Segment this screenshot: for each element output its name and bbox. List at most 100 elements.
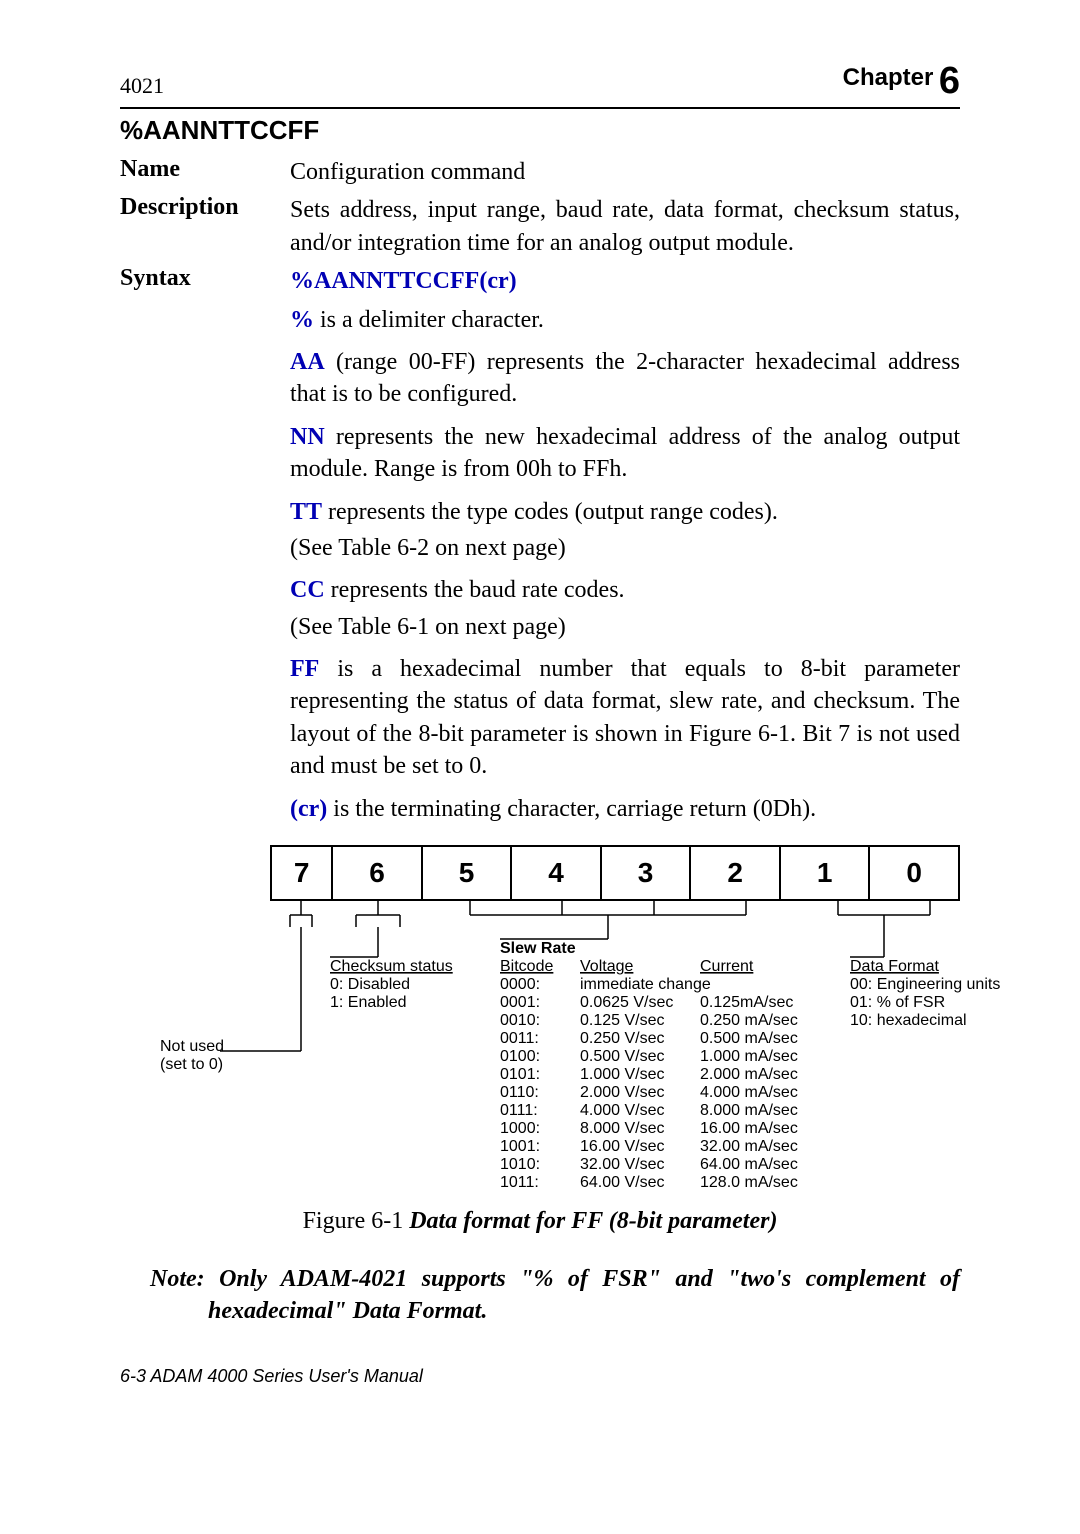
- lbl-checksum-1: 1: Enabled: [330, 994, 407, 1011]
- v-1: 0.0625 V/sec: [580, 994, 673, 1011]
- bit-2: 2: [690, 846, 780, 900]
- lbl-current-head: Current: [700, 958, 754, 975]
- v-5: 1.000 V/sec: [580, 1066, 665, 1083]
- figcap-pre: Figure 6-1: [303, 1208, 410, 1234]
- note: Note: Only ADAM-4021 supports "% of FSR"…: [178, 1263, 960, 1328]
- para-delimiter: % is a delimiter character.: [290, 304, 960, 336]
- v-6: 2.000 V/sec: [580, 1084, 665, 1101]
- text-tt: represents the type codes (output range …: [322, 499, 778, 525]
- description-value: Sets address, input range, baud rate, da…: [290, 194, 960, 259]
- c-11: 128.0 mA/sec: [700, 1174, 798, 1191]
- lbl-checksum-head: Checksum status: [330, 958, 453, 975]
- text-ff: is a hexadecimal number that equals to 8…: [290, 656, 960, 779]
- df-1: 01: % of FSR: [850, 994, 945, 1011]
- bc-5: 0101:: [500, 1066, 540, 1083]
- chapter-number: 6: [939, 60, 960, 102]
- c-5: 2.000 mA/sec: [700, 1066, 798, 1083]
- bit-figure: 7 6 5 4 3 2 1 0: [160, 845, 960, 1196]
- lbl-voltage-head: Voltage: [580, 958, 633, 975]
- c-4: 1.000 mA/sec: [700, 1048, 798, 1065]
- text-delimiter: is a delimiter character.: [314, 307, 544, 333]
- token-cc: CC: [290, 577, 325, 603]
- token-nn: NN: [290, 424, 325, 450]
- chapter-word: Chapter: [843, 64, 934, 91]
- v-9: 16.00 V/sec: [580, 1138, 665, 1155]
- lbl-notused2: (set to 0): [160, 1056, 223, 1073]
- bit-3: 3: [601, 846, 691, 900]
- token-ff: FF: [290, 656, 319, 682]
- c-9: 32.00 mA/sec: [700, 1138, 798, 1155]
- df-2: 10: hexadecimal: [850, 1012, 967, 1029]
- c-3: 0.500 mA/sec: [700, 1030, 798, 1047]
- c-8: 16.00 mA/sec: [700, 1120, 798, 1137]
- v-10: 32.00 V/sec: [580, 1156, 665, 1173]
- figcap-em: Data format for FF (8-bit parameter): [409, 1208, 777, 1234]
- see-tt: (See Table 6-2 on next page): [290, 532, 960, 564]
- lbl-bitcode-head: Bitcode: [500, 958, 553, 975]
- c-1: 0.125mA/sec: [700, 994, 793, 1011]
- bit-0: 0: [869, 846, 959, 900]
- bc-3: 0011:: [500, 1030, 539, 1047]
- c-6: 4.000 mA/sec: [700, 1084, 798, 1101]
- text-aa: (range 00-FF) represents the 2-character…: [290, 349, 960, 407]
- name-value: Configuration command: [290, 156, 960, 188]
- text-cr: is the terminating character, carriage r…: [327, 796, 816, 822]
- figure-caption: Figure 6-1 Data format for FF (8-bit par…: [120, 1208, 960, 1235]
- bit-7: 7: [271, 846, 332, 900]
- lbl-notused1: Not used: [160, 1038, 224, 1055]
- note-text: Note: Only ADAM-4021 supports "% of FSR"…: [150, 1266, 960, 1324]
- bc-1: 0001:: [500, 994, 540, 1011]
- section-title: %AANNTTCCFF: [120, 115, 960, 146]
- token-percent: %: [290, 307, 314, 333]
- c-7: 8.000 mA/sec: [700, 1102, 798, 1119]
- bc-4: 0100:: [500, 1048, 540, 1065]
- para-cr: (cr) is the terminating character, carri…: [290, 793, 960, 825]
- v-3: 0.250 V/sec: [580, 1030, 665, 1047]
- text-nn: represents the new hexadecimal address o…: [290, 424, 960, 482]
- text-cc: represents the baud rate codes.: [325, 577, 625, 603]
- bc-8: 1000:: [500, 1120, 540, 1137]
- bit-1: 1: [780, 846, 870, 900]
- v-7: 4.000 V/sec: [580, 1102, 665, 1119]
- token-cr: (cr): [290, 796, 327, 822]
- bit-table: 7 6 5 4 3 2 1 0: [270, 845, 960, 901]
- bit-diagram: Not used (set to 0) Checksum status 0: D…: [160, 901, 1020, 1191]
- token-aa: AA: [290, 349, 325, 375]
- c-2: 0.250 mA/sec: [700, 1012, 798, 1029]
- bit-6: 6: [332, 846, 422, 900]
- bc-2: 0010:: [500, 1012, 540, 1029]
- bc-10: 1010:: [500, 1156, 540, 1173]
- c-10: 64.00 mA/sec: [700, 1156, 798, 1173]
- description-label: Description: [120, 194, 290, 259]
- bc-9: 1001:: [500, 1138, 540, 1155]
- lbl-df-head: Data Format: [850, 958, 939, 975]
- header-left: 4021: [120, 73, 164, 99]
- syntax-label: Syntax: [120, 265, 290, 297]
- bit-5: 5: [422, 846, 512, 900]
- bit-4: 4: [511, 846, 601, 900]
- df-0: 00: Engineering units: [850, 976, 1000, 993]
- para-aa: AA (range 00-FF) represents the 2-charac…: [290, 346, 960, 411]
- lbl-checksum-0: 0: Disabled: [330, 976, 410, 993]
- para-tt: TT represents the type codes (output ran…: [290, 496, 960, 528]
- v-4: 0.500 V/sec: [580, 1048, 665, 1065]
- bc-7: 0111:: [500, 1102, 538, 1119]
- name-label: Name: [120, 156, 290, 188]
- header-right: Chapter 6: [843, 60, 960, 103]
- para-cc: CC represents the baud rate codes.: [290, 574, 960, 606]
- token-tt: TT: [290, 499, 322, 525]
- para-ff: FF is a hexadecimal number that equals t…: [290, 653, 960, 783]
- v-2: 0.125 V/sec: [580, 1012, 665, 1029]
- see-cc: (See Table 6-1 on next page): [290, 611, 960, 643]
- page-footer: 6-3 ADAM 4000 Series User's Manual: [120, 1366, 960, 1387]
- bc-0: 0000:: [500, 976, 540, 993]
- header-rule: [120, 107, 960, 109]
- lbl-slew-head: Slew Rate: [500, 940, 576, 957]
- para-nn: NN represents the new hexadecimal addres…: [290, 421, 960, 486]
- v-8: 8.000 V/sec: [580, 1120, 665, 1137]
- bc-11: 1011:: [500, 1174, 539, 1191]
- volt-0: immediate change: [580, 976, 711, 993]
- v-11: 64.00 V/sec: [580, 1174, 665, 1191]
- syntax-token: %AANNTTCCFF(cr): [290, 268, 517, 294]
- bc-6: 0110:: [500, 1084, 539, 1101]
